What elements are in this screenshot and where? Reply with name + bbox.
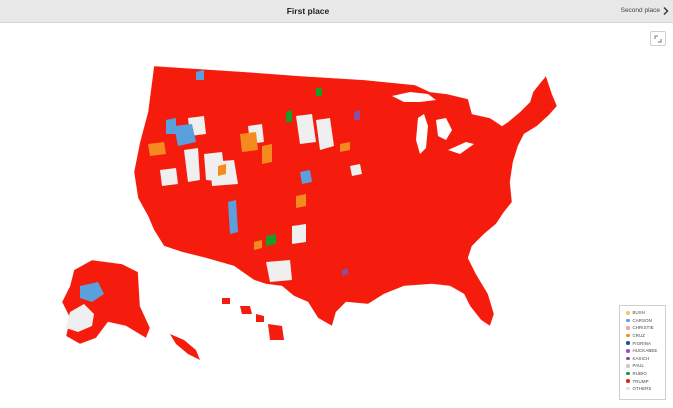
county-map <box>61 65 558 360</box>
legend-label: RUBIO <box>632 371 647 377</box>
legend-item: OTHERS <box>626 385 665 393</box>
legend-swatch <box>626 341 630 345</box>
legend-item: BUSH <box>626 309 665 317</box>
hawaii <box>222 298 284 340</box>
legend-swatch <box>626 326 630 330</box>
legend-label: CARSON <box>632 317 652 323</box>
legend-swatch <box>626 311 630 315</box>
legend-swatch <box>626 364 630 368</box>
legend-label: PAUL <box>632 363 645 369</box>
legend-item: CHRISTIE <box>626 324 665 332</box>
legend-swatch <box>626 379 630 383</box>
chevron-right-icon <box>663 7 669 15</box>
legend-swatch <box>626 333 630 338</box>
legend-item: PAUL <box>626 362 665 370</box>
second-place-button[interactable]: Second place <box>621 0 669 22</box>
page-title: First place <box>286 6 330 16</box>
legend-item: CARSON <box>626 317 665 325</box>
legend-label: KASICH <box>632 355 650 361</box>
legend-label: OTHERS <box>632 386 652 392</box>
legend-label: HUCKABEE <box>632 348 658 354</box>
legend-swatch <box>626 371 630 376</box>
legend-swatch <box>626 386 630 391</box>
legend-label: FIORINA <box>632 340 652 346</box>
legend-item: FIORINA <box>626 339 665 347</box>
legend-item: TRUMP <box>626 377 665 385</box>
contiguous-us <box>133 65 558 327</box>
top-bar: First place Second place <box>0 0 673 23</box>
legend-item: HUCKABEE <box>626 347 665 355</box>
legend-label: CRUZ <box>632 333 646 339</box>
alaska-panhandle <box>170 334 200 360</box>
legend-label: CHRISTIE <box>632 325 654 331</box>
candidate-legend: BUSH CARSON CHRISTIE CRUZ FIORINA HUCKAB… <box>619 305 666 400</box>
alaska <box>61 259 151 345</box>
second-place-label: Second place <box>620 7 660 14</box>
legend-item: CRUZ <box>626 332 665 340</box>
legend-label: BUSH <box>632 310 646 316</box>
legend-swatch <box>626 349 630 353</box>
legend-swatch <box>626 318 630 323</box>
legend-item: KASICH <box>626 355 665 363</box>
legend-label: TRUMP <box>632 378 649 384</box>
legend-swatch <box>626 356 630 361</box>
legend-item: RUBIO <box>626 370 665 378</box>
